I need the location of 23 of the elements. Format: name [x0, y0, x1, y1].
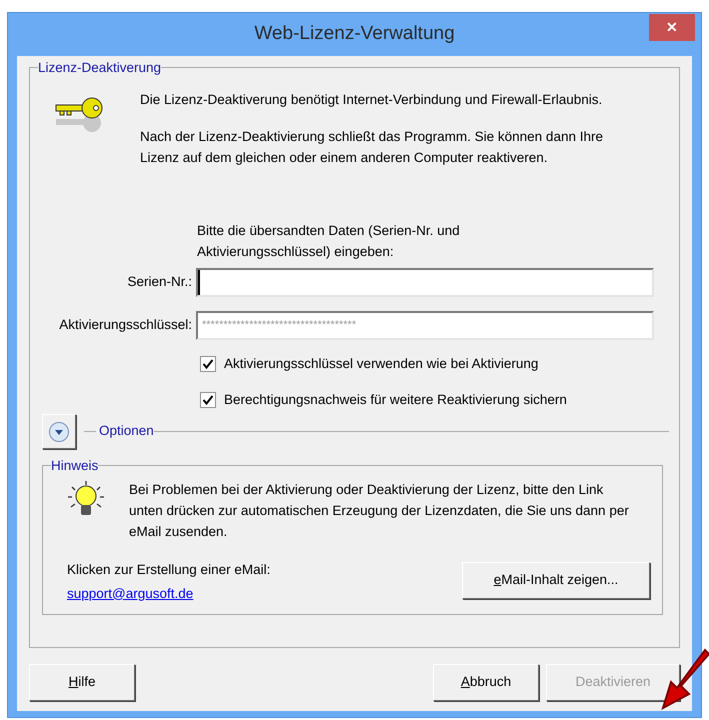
- field-label: Aktivierungsschlüssel:: [58, 316, 193, 334]
- close-button[interactable]: ✕: [649, 14, 695, 41]
- instruction-text: Bitte die übersandten Daten (Serien-Nr. und Aktivierungsschlüssel) eingeben:: [197, 222, 461, 261]
- email-prompt-text: Klicken zur Erstellung einer eMail:: [67, 560, 270, 579]
- description-text: Die Lizenz-Deaktiverung benötigt Internet-Verbindung und Firewall-Erlaubnis.: [140, 90, 604, 109]
- group-title: Lizenz-Deaktiverung: [38, 61, 162, 74]
- checkbox[interactable]: [200, 392, 216, 408]
- description-text: Nach der Lizenz-Deaktivierung schließt das Programm. Sie können dann Ihre Lizenz auf dem gleichen oder einem anderen Computer reaktiveren.: [140, 128, 604, 167]
- group-title: Hinweis: [51, 459, 98, 472]
- checkbox-label: Aktivierungsschlüssel verwenden wie bei Aktivierung: [224, 354, 538, 373]
- dialog-button[interactable]: Abbruch: [433, 664, 539, 701]
- checkbox[interactable]: [200, 356, 216, 372]
- checkbox-label: Berechtigungsnachweis für weitere Reaktivierung sichern: [224, 390, 567, 409]
- window-title: Web-Lizenz-Verwaltung: [254, 22, 455, 46]
- dialog-button[interactable]: Hilfe: [29, 664, 135, 701]
- text-field[interactable]: [196, 268, 654, 296]
- email-link[interactable]: support@argusoft.de: [67, 584, 270, 604]
- field-label: Serien-Nr.:: [126, 272, 193, 291]
- section-title: Optionen: [99, 422, 154, 440]
- expand-button[interactable]: [42, 414, 76, 449]
- show-email-button[interactable]: eMail-Inhalt zeigen...: [462, 562, 650, 598]
- hint-text: Bei Problemen bei der Aktivierung oder Deaktivierung der Lizenz, bitte den Link unten drücken zur automatischen Erzeugung der Lizenzdaten, die Sie uns dann per eMail zusenden.: [129, 480, 629, 540]
- chevron-down-icon: [48, 420, 70, 442]
